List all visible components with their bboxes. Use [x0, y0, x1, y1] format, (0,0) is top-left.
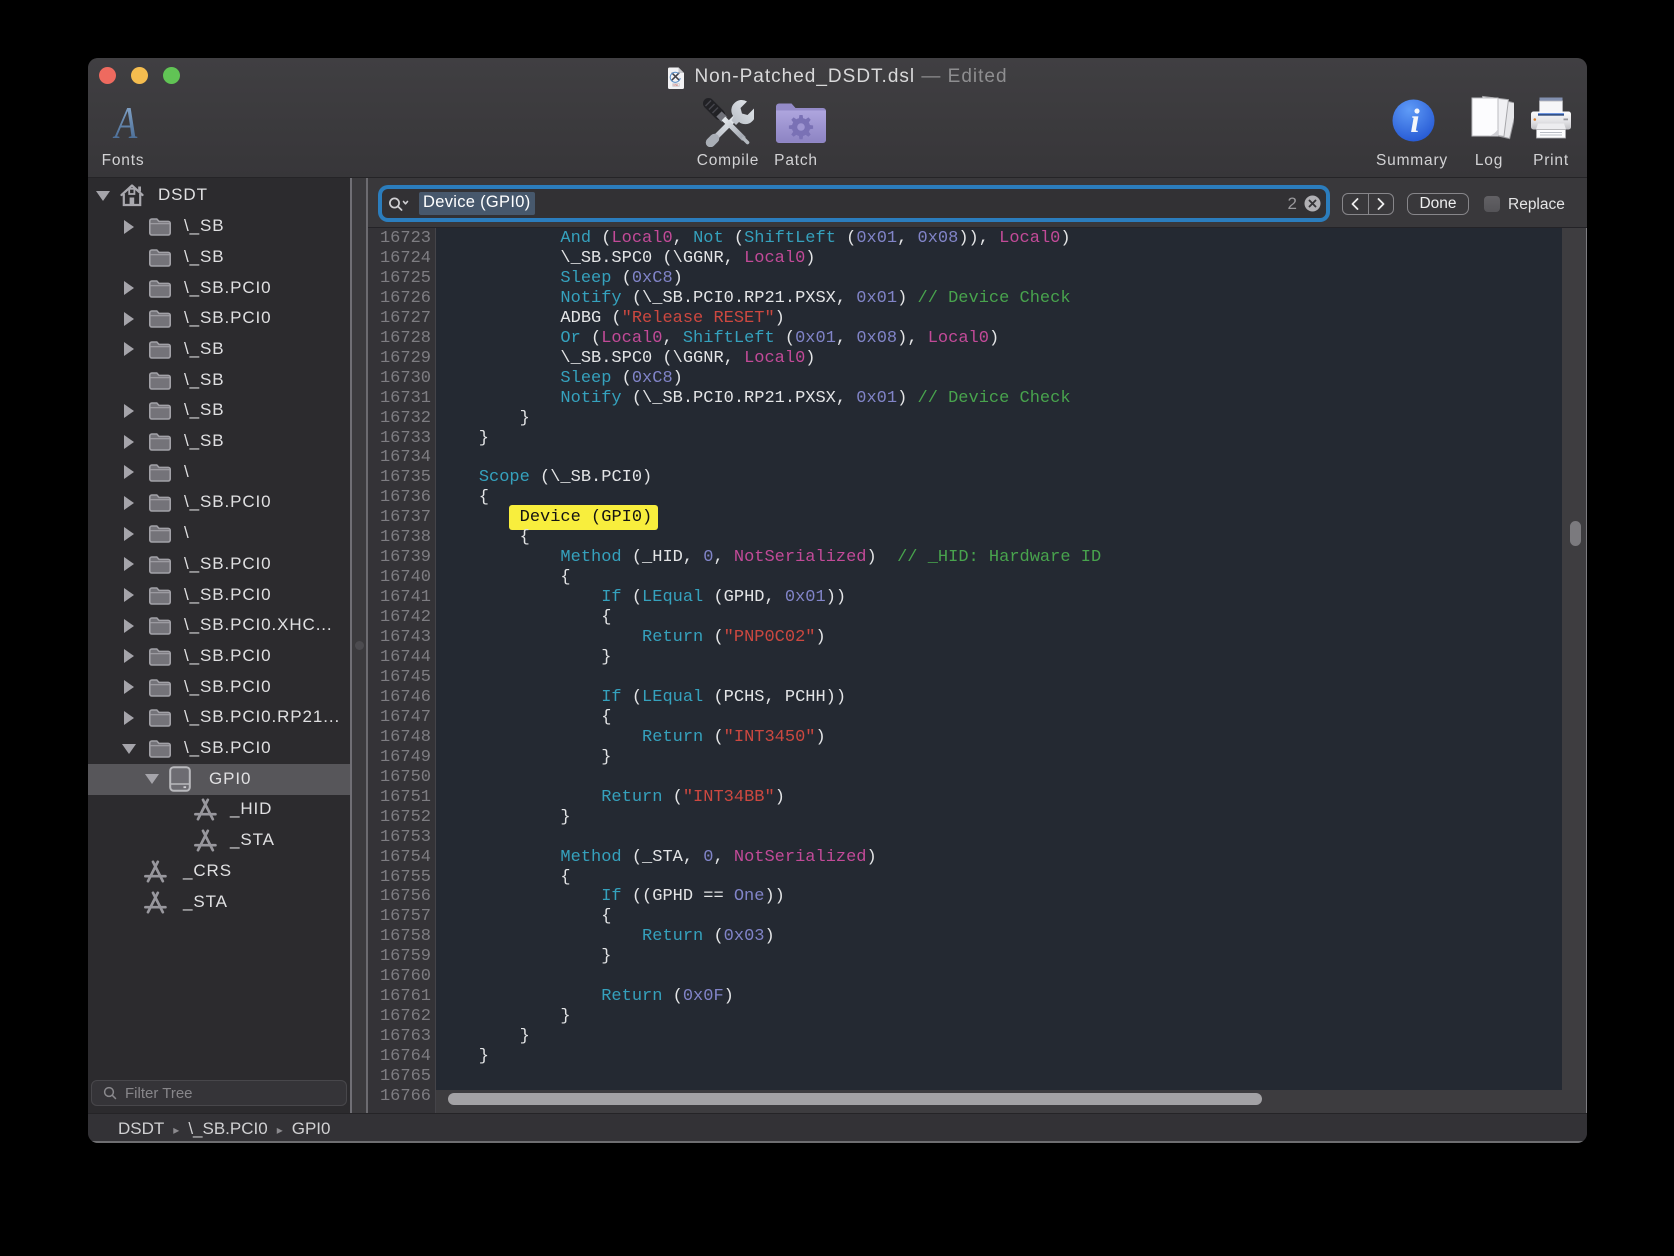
svg-text:A: A — [112, 100, 138, 148]
svg-text:i: i — [1410, 103, 1420, 140]
svg-text:DSL: DSL — [674, 83, 680, 87]
